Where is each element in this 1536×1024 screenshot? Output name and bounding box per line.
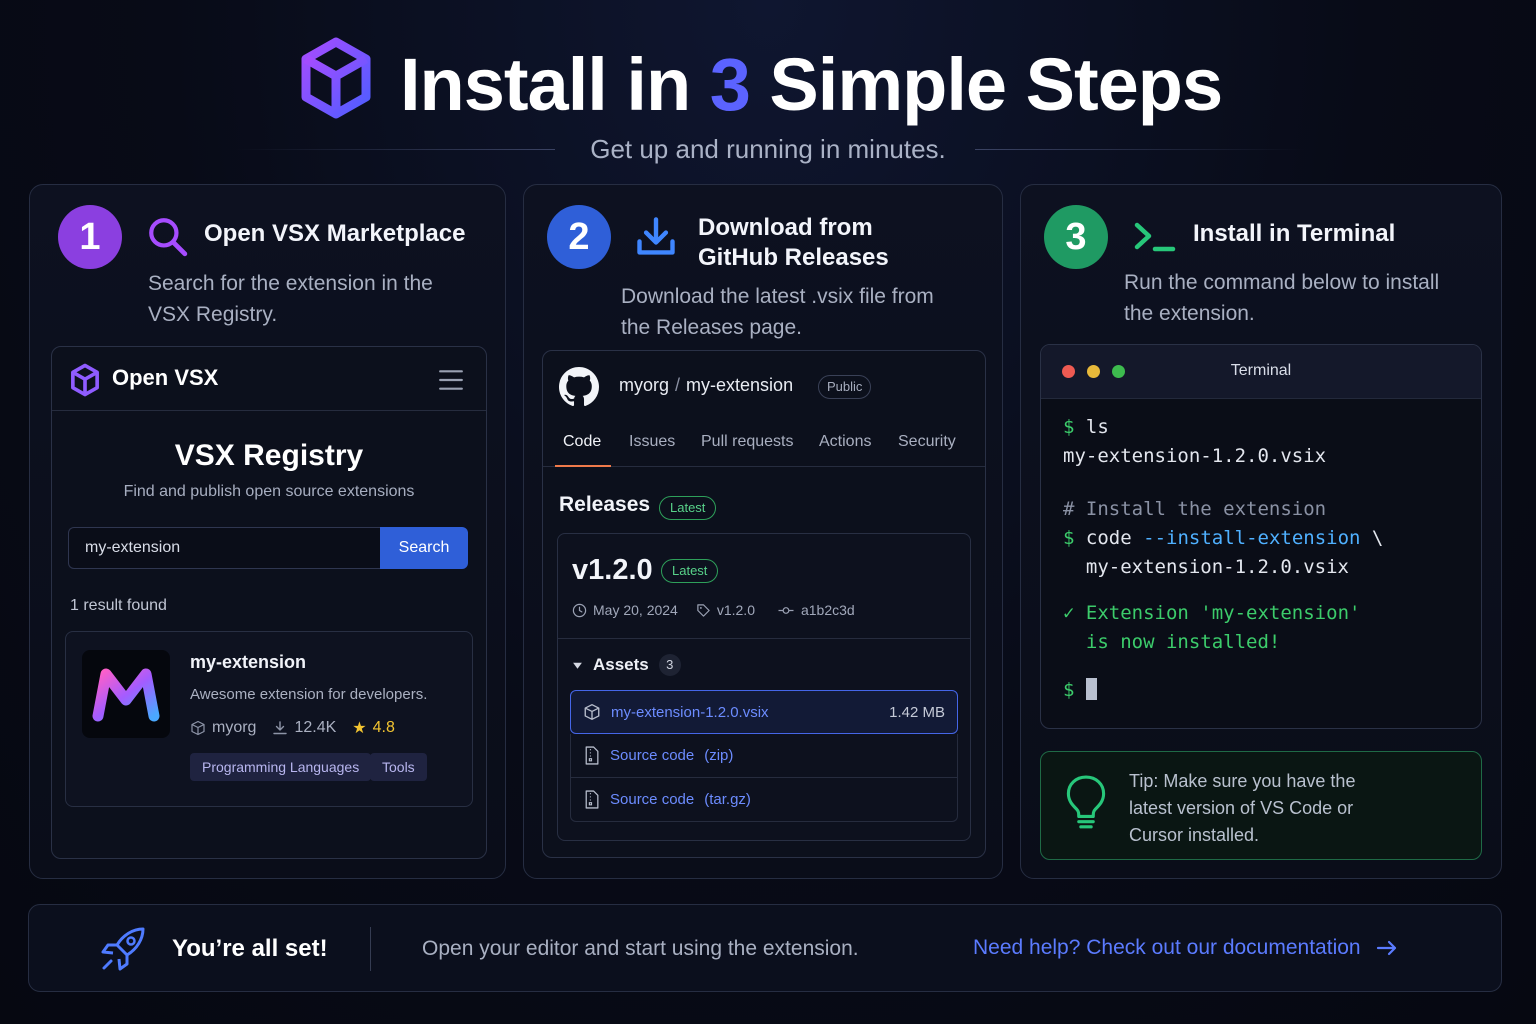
terminal-titlebar: Terminal [1041,345,1481,399]
openvsx-brand: Open VSX [112,365,219,390]
openvsx-header: Open VSX [52,347,486,411]
page-subtitle: Get up and running in minutes. [590,134,946,164]
footer-description: Open your editor and start using the ext… [422,937,859,960]
step-description: Download the latest .vsix file from the R… [621,285,934,339]
step-number-badge: 3 [1044,205,1108,269]
step-title: Install in Terminal [1193,220,1396,247]
step-card-1: 1 Open VSX Marketplace Search for the ex… [29,184,506,879]
search-input[interactable]: my-extension [68,527,382,569]
repo-path[interactable]: myorg / my-extension [619,375,793,396]
tip-box: Tip: Make sure you have the latest versi… [1040,751,1482,860]
asset-suffix: (zip) [704,747,734,764]
assets-count: 3 [658,654,681,676]
divider [370,927,371,971]
terminal-title: Terminal [1230,362,1292,379]
release-version[interactable]: v1.2.0 [572,554,653,587]
active-tab-indicator [555,465,611,467]
asset-source-zip[interactable]: Source code (zip) [570,734,958,778]
arrow-right-icon [1376,940,1396,956]
documentation-link[interactable]: Need help? Check out our documentation [973,936,1399,960]
releases-heading: Releases [559,493,651,516]
release-meta: May 20, 2024 v1.2.0 a1b2c3d [572,602,855,618]
github-panel: myorg / my-extension Public Code Issues Pu… [542,350,986,858]
latest-badge: Latest [661,559,719,583]
rocket-icon [101,927,145,971]
extension-description: Awesome extension for developers. [190,686,428,703]
category-tag[interactable]: Programming Languages [190,753,372,781]
extension-logo [82,650,170,738]
download-count-icon [273,721,288,735]
caret-down-icon [573,662,582,669]
extension-name[interactable]: my-extension [190,652,306,673]
terminal-prompt-icon [1134,222,1176,252]
download-icon [637,217,675,255]
clock-icon [572,603,587,617]
rating: 4.8 [372,719,395,736]
terminal-cursor [1085,678,1097,700]
asset-name[interactable]: my-extension-1.2.0.vsix [611,704,769,721]
latest-badge: Latest [659,496,717,520]
tab-pull-requests[interactable]: Pull requests [701,433,794,451]
asset-vsix[interactable]: my-extension-1.2.0.vsix 1.42 MB [570,690,958,734]
tab-code[interactable]: Code [563,433,601,451]
registry-subheading: Find and publish open source extensions [123,483,415,500]
tag-icon [697,603,710,617]
step-number-badge: 2 [547,205,611,269]
search-button[interactable]: Search [380,527,468,569]
extension-result-card[interactable]: my-extension Awesome extension for devel… [65,631,473,807]
package-icon [191,720,205,736]
m-letter-icon [92,668,160,722]
hamburger-menu-icon[interactable] [438,367,464,393]
footer-title: You’re all set! [172,935,328,962]
asset-suffix: (tar.gz) [704,791,751,808]
divider [558,638,970,639]
star-icon: ★ [352,720,367,737]
file-zip-icon [585,746,599,765]
asset-name[interactable]: Source code [610,791,694,808]
download-count: 12.4K [294,719,337,736]
repo-tabs: Code Issues Pull requests Actions Securi… [543,433,985,467]
registry-heading: VSX Registry [174,439,364,472]
openvsx-panel: Open VSX VSX Registry Find and publish o… [51,346,487,859]
lightbulb-icon [1066,775,1106,829]
step-card-3: 3 Install in Terminal Run the command be… [1020,184,1502,879]
step-description: Search for the extension in the VSX Regis… [148,272,433,326]
category-tag[interactable]: Tools [370,753,427,781]
github-logo-icon [559,367,599,407]
step-title: Open VSX Marketplace [204,220,466,247]
release-card: v1.2.0 Latest May 20, 2024 v1.2.0 a1b2c3… [557,533,971,841]
commit-icon [778,606,794,614]
tab-security[interactable]: Security [898,433,956,451]
assets-toggle[interactable]: Assets 3 [572,654,681,676]
publisher: myorg [212,719,257,736]
terminal-output[interactable]: $ ls my-extension-1.2.0.vsix # Install the… [1063,413,1383,705]
step-card-2: 2 Download from GitHub Releases Download … [523,184,1003,879]
result-count: 1 result found [70,597,167,614]
asset-name[interactable]: Source code [610,747,694,764]
search-icon [149,218,188,257]
tab-actions[interactable]: Actions [819,433,871,451]
tip-text: Tip: Make sure you have the latest versi… [1129,771,1356,845]
page-title: Install in 3 Simple Steps [400,43,1223,126]
cube-logo-icon [71,363,99,397]
cube-logo-icon [301,37,371,119]
release-date: May 20, 2024 [593,602,678,618]
release-commit[interactable]: a1b2c3d [801,602,855,618]
file-zip-icon [585,790,599,809]
package-icon [584,704,600,720]
tab-issues[interactable]: Issues [629,433,675,451]
extension-meta: myorg 12.4K ★ 4.8 [190,718,395,738]
release-tag[interactable]: v1.2.0 [717,602,755,618]
visibility-badge: Public [818,375,872,399]
step-description: Run the command below to install the exte… [1124,271,1440,325]
step-title: Download from GitHub Releases [698,214,889,271]
asset-size: 1.42 MB [889,703,945,721]
asset-source-targz[interactable]: Source code (tar.gz) [570,778,958,822]
terminal-window: Terminal $ ls my-extension-1.2.0.vsix # In… [1040,344,1482,729]
footer-bar: You’re all set! Open your editor and sta… [28,904,1502,992]
step-number-badge: 1 [58,205,122,269]
